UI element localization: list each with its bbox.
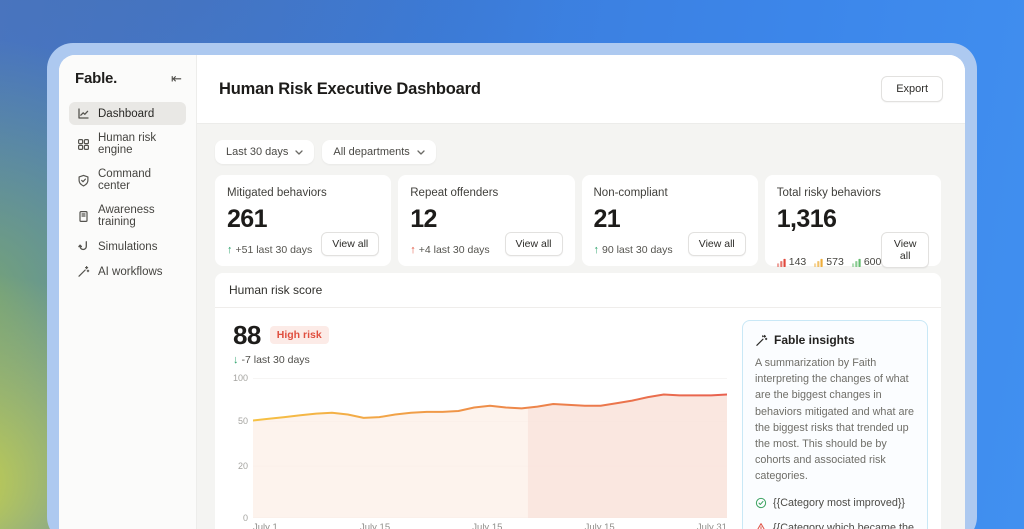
line-chart-icon <box>77 107 90 120</box>
insight-item-worst: {{Category which became the worst}} <box>755 521 915 529</box>
sidebar-item-label: Awareness training <box>98 204 178 228</box>
stat-card-delta: ↑+51 last 30 days <box>227 244 312 256</box>
bars-icon-medium <box>814 258 823 267</box>
sidebar-item-simulations[interactable]: Simulations <box>69 235 186 258</box>
human-risk-score-card: Human risk score 88 High risk ↓-7 last 3… <box>215 273 941 529</box>
breakdown-value: 143 <box>789 256 807 268</box>
desktop-background: Fable. ⇤ Dashboard Human risk engine Com… <box>0 0 1024 529</box>
stat-card-value: 1,316 <box>777 206 929 232</box>
trend-up-icon: ↑ <box>410 244 416 256</box>
stat-card-label: Total risky behaviors <box>777 187 929 199</box>
insight-text: {{Category which became the worst}} <box>773 521 915 529</box>
view-all-button[interactable]: View all <box>505 232 563 256</box>
stat-card-total-risky-behaviors: Total risky behaviors 1,316 143 573 600 … <box>765 175 941 266</box>
engine-grid-icon <box>77 138 90 151</box>
risk-score-chart-area: 88 High risk ↓-7 last 30 days 10050200 <box>233 320 727 529</box>
sidebar-nav: Dashboard Human risk engine Command cent… <box>59 102 196 283</box>
sidebar-item-label: Dashboard <box>98 108 154 120</box>
loop-arrow-icon <box>77 240 90 253</box>
date-range-value: Last 30 days <box>226 146 288 158</box>
chevron-down-icon <box>417 150 425 155</box>
view-all-button[interactable]: View all <box>688 232 746 256</box>
window-frame: Fable. ⇤ Dashboard Human risk engine Com… <box>47 43 977 529</box>
chart-x-axis: July 1July 15July 15July 15July 31 <box>253 522 727 529</box>
risk-score-chart <box>253 378 727 518</box>
fable-logo: Fable. <box>75 70 117 87</box>
stat-card-label: Repeat offenders <box>410 187 562 199</box>
chevron-down-icon <box>295 150 303 155</box>
chart-y-axis: 10050200 <box>233 378 253 518</box>
insights-title: Fable insights <box>774 333 855 347</box>
insights-body: A summarization by Faith interpreting th… <box>755 355 915 485</box>
risk-level-badge: High risk <box>270 326 329 344</box>
app-window: Fable. ⇤ Dashboard Human risk engine Com… <box>59 55 965 529</box>
export-button[interactable]: Export <box>881 76 943 102</box>
wand-icon <box>77 265 90 278</box>
check-circle-icon <box>755 497 767 509</box>
stat-cards-row: Mitigated behaviors 261 ↑+51 last 30 day… <box>215 175 941 266</box>
magic-wand-icon <box>755 334 768 347</box>
view-all-button[interactable]: View all <box>881 232 929 268</box>
sidebar-item-label: Simulations <box>98 241 157 253</box>
stat-card-delta: ↑+4 last 30 days <box>410 244 489 256</box>
sidebar: Fable. ⇤ Dashboard Human risk engine Com… <box>59 55 197 529</box>
stat-card-value: 261 <box>227 206 379 232</box>
sidebar-collapse-icon[interactable]: ⇤ <box>171 72 182 85</box>
main-area: Human Risk Executive Dashboard Export La… <box>197 55 965 529</box>
dashboard-content: Last 30 days All departments Mitigated b… <box>197 124 965 529</box>
stat-card-label: Mitigated behaviors <box>227 187 379 199</box>
department-select[interactable]: All departments <box>322 140 435 164</box>
breakdown-value: 600 <box>864 256 882 268</box>
insight-text: {{Category most improved}} <box>773 496 905 511</box>
sidebar-item-ai-workflows[interactable]: AI workflows <box>69 260 186 283</box>
bars-icon-high <box>777 258 786 267</box>
sidebar-item-human-risk-engine[interactable]: Human risk engine <box>69 127 186 161</box>
insight-item-improved: {{Category most improved}} <box>755 496 915 511</box>
risk-score-value: 88 <box>233 322 261 348</box>
page-header: Human Risk Executive Dashboard Export <box>197 55 965 124</box>
risk-breakdown: 143 573 600 <box>777 256 882 268</box>
warning-triangle-icon <box>755 522 767 529</box>
sidebar-item-label: Command center <box>98 168 178 192</box>
sidebar-item-dashboard[interactable]: Dashboard <box>69 102 186 125</box>
sidebar-item-command-center[interactable]: Command center <box>69 163 186 197</box>
section-title: Human risk score <box>215 273 941 308</box>
sidebar-item-label: AI workflows <box>98 266 163 278</box>
trend-up-icon: ↑ <box>227 244 233 256</box>
stat-card-value: 21 <box>594 206 746 232</box>
sidebar-item-awareness-training[interactable]: Awareness training <box>69 199 186 233</box>
bars-icon-low <box>852 258 861 267</box>
stat-card-label: Non-compliant <box>594 187 746 199</box>
shield-check-icon <box>77 174 90 187</box>
trend-up-icon: ↑ <box>594 244 600 256</box>
risk-score-delta: ↓-7 last 30 days <box>233 354 727 366</box>
breakdown-value: 573 <box>826 256 844 268</box>
stat-card-delta: ↑90 last 30 days <box>594 244 673 256</box>
stat-card-mitigated-behaviors: Mitigated behaviors 261 ↑+51 last 30 day… <box>215 175 391 266</box>
stat-card-repeat-offenders: Repeat offenders 12 ↑+4 last 30 days Vie… <box>398 175 574 266</box>
stat-card-value: 12 <box>410 206 562 232</box>
filter-bar: Last 30 days All departments <box>215 140 941 164</box>
fable-insights-panel: Fable insights A summarization by Faith … <box>742 320 928 529</box>
view-all-button[interactable]: View all <box>321 232 379 256</box>
book-icon <box>77 210 90 223</box>
page-title: Human Risk Executive Dashboard <box>219 80 881 99</box>
trend-down-icon: ↓ <box>233 354 239 366</box>
sidebar-item-label: Human risk engine <box>98 132 178 156</box>
stat-card-non-compliant: Non-compliant 21 ↑90 last 30 days View a… <box>582 175 758 266</box>
department-value: All departments <box>333 146 409 158</box>
date-range-select[interactable]: Last 30 days <box>215 140 314 164</box>
